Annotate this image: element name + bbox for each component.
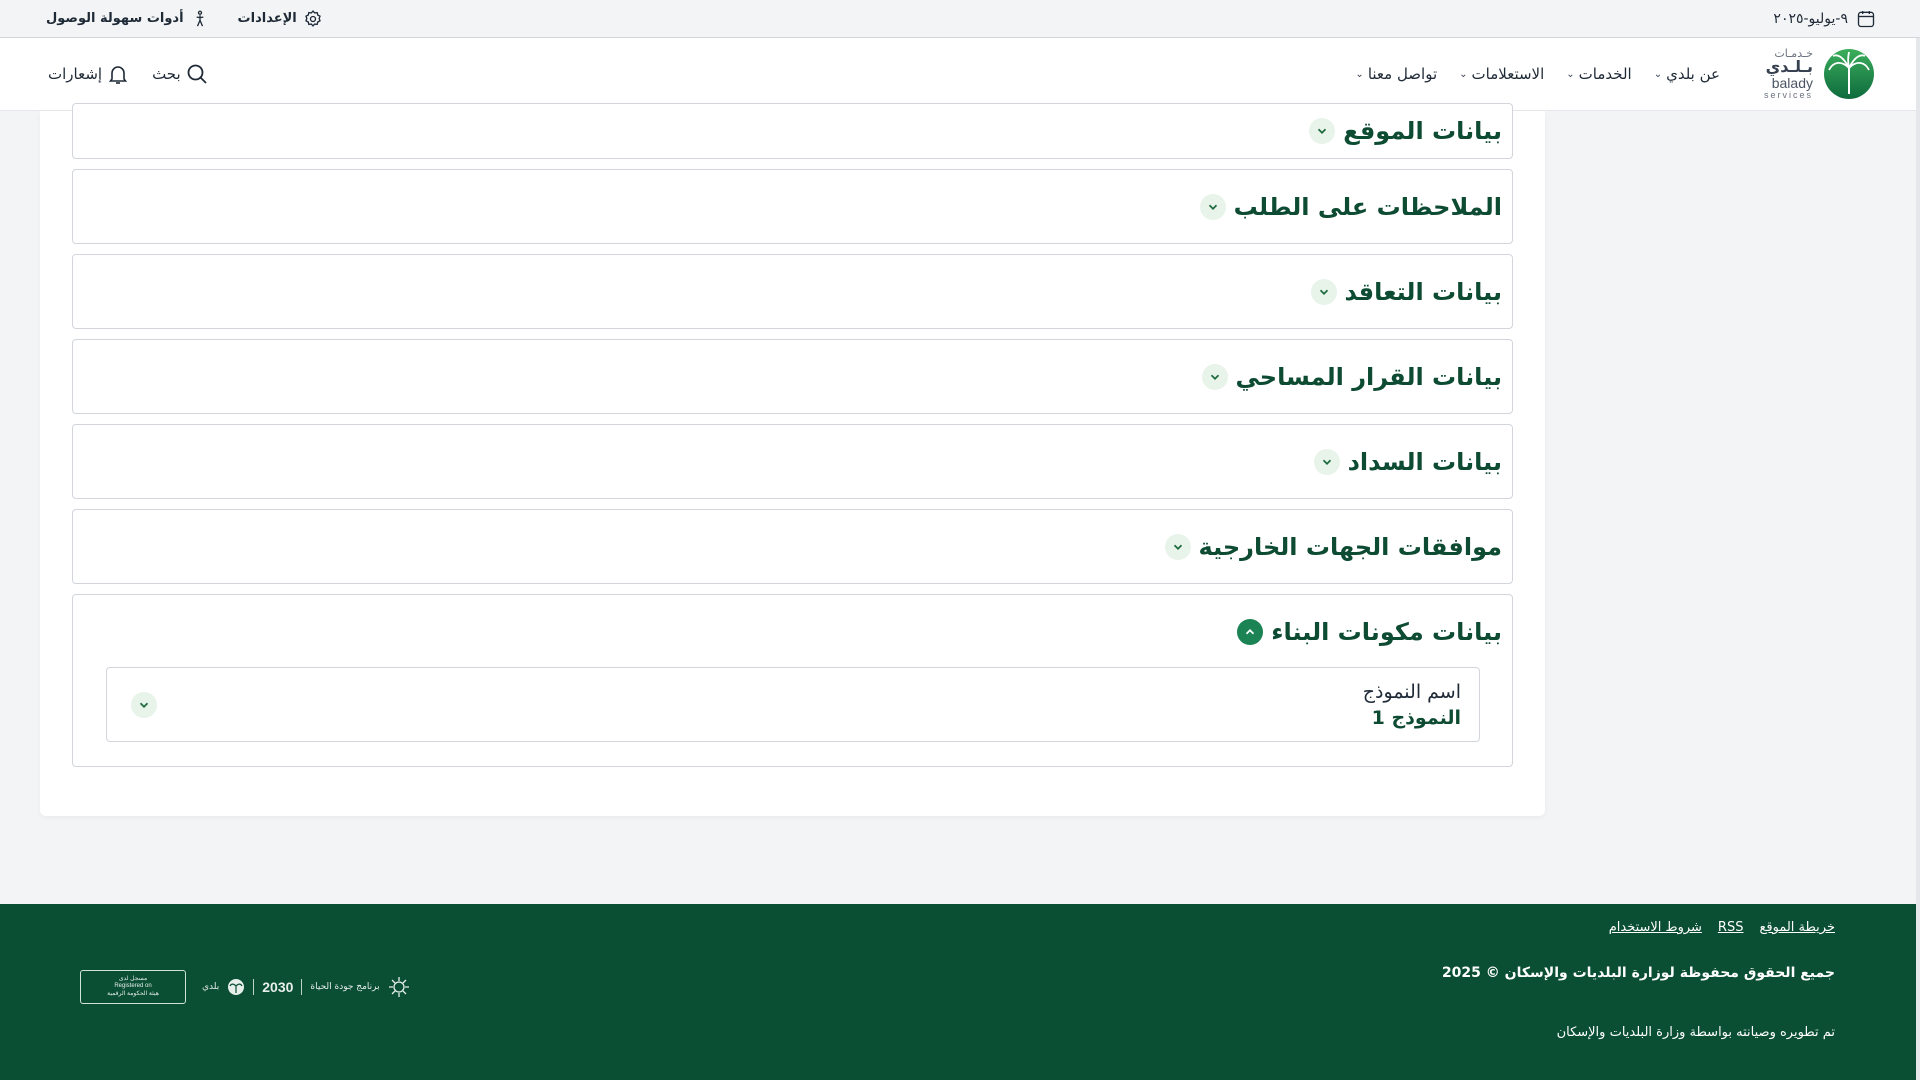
copyright-text: جميع الحقوق محفوظة لوزارة البلديات والإس… <box>1441 965 1835 981</box>
date-text: ٩-يوليو-٢٠٢٥ <box>1773 10 1848 27</box>
chevron-up-icon[interactable] <box>1237 619 1264 645</box>
top-tools: الإعدادات أدوات سهولة الوصول <box>46 9 323 29</box>
accordion-header[interactable]: بيانات السداد <box>73 425 1512 498</box>
bell-icon <box>108 66 128 84</box>
nav-left-group: بحث إشعارات <box>48 62 209 86</box>
logo-text: خـدمـات بـلـدي balady services <box>1764 48 1813 100</box>
settings-button[interactable]: الإعدادات <box>238 9 323 29</box>
accordion-title: بيانات التعاقد <box>1344 277 1503 306</box>
chevron-down-icon[interactable] <box>1199 193 1226 220</box>
accordion-payment-data[interactable]: بيانات السداد <box>72 424 1513 499</box>
footer-link-sitemap[interactable]: خريطة الموقع <box>1759 920 1835 935</box>
developed-by-text: تم تطويره وصيانته بواسطة وزارة البلديات … <box>1556 1025 1835 1040</box>
chevron-down-icon[interactable] <box>1201 363 1228 390</box>
accordion-header[interactable]: بيانات الموقع <box>73 104 1512 158</box>
search-icon <box>187 64 207 84</box>
settings-label: الإعدادات <box>237 11 297 26</box>
model-text: اسم النموذج النموذج 1 <box>1363 681 1461 729</box>
vision-program-text: برنامج جودة الحياة <box>310 982 380 992</box>
model-item[interactable]: اسم النموذج النموذج 1 <box>106 667 1480 742</box>
page-scrollbar[interactable] <box>1916 38 1920 1080</box>
chevron-down-icon[interactable] <box>1313 448 1340 475</box>
balady-footer-text: بلدي <box>202 982 220 992</box>
dga-en-text: Registered on <box>114 983 152 990</box>
dga-top-text: مسجل لدى <box>118 976 148 983</box>
divider <box>253 979 255 995</box>
footer-link-terms[interactable]: شروط الاستخدام <box>1609 920 1702 935</box>
accordion-contract-data[interactable]: بيانات التعاقد <box>72 254 1513 329</box>
accessibility-label: أدوات سهولة الوصول <box>46 11 184 26</box>
dga-registered-badge[interactable]: مسجل لدى Registered on هيئة الحكومة الرق… <box>80 970 186 1004</box>
nav-about-balady[interactable]: عن بلدي ⌄ <box>1654 65 1720 83</box>
nav-inquiries[interactable]: الاستعلامات ⌄ <box>1459 65 1544 83</box>
accordion-title: بيانات السداد <box>1347 447 1502 476</box>
main-navbar: خـدمـات بـلـدي balady services عن بلدي ⌄… <box>0 38 1920 111</box>
accordion-site-data[interactable]: بيانات الموقع <box>72 103 1513 159</box>
chevron-down-icon: ⌄ <box>1459 68 1468 80</box>
model-name-value: النموذج 1 <box>1371 706 1461 729</box>
nav-links: عن بلدي ⌄ الخدمات ⌄ الاستعلامات ⌄ تواصل … <box>1355 65 1720 83</box>
chevron-down-icon[interactable] <box>131 691 157 718</box>
top-utility-bar: ٩-يوليو-٢٠٢٥ الإعدادات أدوات سهولة الوصو… <box>0 0 1920 38</box>
logo-en-sub: services <box>1763 89 1813 100</box>
footer-link-rss[interactable]: RSS <box>1718 920 1744 935</box>
accordion-title: بيانات مكونات البناء <box>1271 618 1502 646</box>
chevron-down-icon: ⌄ <box>1653 68 1663 80</box>
footer-links: خريطة الموقع RSS شروط الاستخدام <box>1609 920 1835 935</box>
partner-logos: برنامج جودة الحياة 2030 بلدي <box>202 976 410 998</box>
accordion-header[interactable]: بيانات مكونات البناء <box>73 595 1512 669</box>
accordion-title: بيانات الموقع <box>1343 117 1502 145</box>
nav-link-label: عن بلدي <box>1666 65 1720 83</box>
accordion-request-notes[interactable]: الملاحظات على الطلب <box>72 169 1513 244</box>
chevron-down-icon[interactable] <box>1164 533 1191 560</box>
logo-en: balady <box>1771 75 1813 92</box>
accordion-survey-decision[interactable]: بيانات القرار المساحي <box>72 339 1513 414</box>
vision-2030-text: 2030 <box>262 979 294 995</box>
accordion-header[interactable]: الملاحظات على الطلب <box>73 170 1512 243</box>
accordion-title: موافقات الجهات الخارجية <box>1198 532 1502 561</box>
notifications-label: إشعارات <box>48 65 103 83</box>
notifications-button[interactable]: إشعارات <box>48 62 130 86</box>
vision-emblem-icon <box>388 977 409 997</box>
nav-services[interactable]: الخدمات ⌄ <box>1566 65 1631 83</box>
accordion-header[interactable]: بيانات التعاقد <box>73 255 1512 328</box>
balady-logo[interactable]: خـدمـات بـلـدي balady services <box>1764 48 1875 100</box>
site-footer: خريطة الموقع RSS شروط الاستخدام جميع الح… <box>0 904 1916 1080</box>
model-name-label: اسم النموذج <box>1362 680 1461 703</box>
accordion-title: الملاحظات على الطلب <box>1233 192 1502 221</box>
logo-ar-big: بـلـدي <box>1765 57 1813 77</box>
nav-link-label: تواصل معنا <box>1367 65 1438 83</box>
search-button[interactable]: بحث <box>152 62 209 86</box>
gear-icon <box>304 9 321 27</box>
request-details-card: بيانات الموقع الملاحظات على الطلب بيانات… <box>40 103 1545 816</box>
nav-contact-us[interactable]: تواصل معنا ⌄ <box>1355 65 1437 83</box>
accordion-title: بيانات القرار المساحي <box>1235 362 1503 391</box>
search-label: بحث <box>152 65 181 83</box>
nav-link-label: الخدمات <box>1578 65 1632 83</box>
chevron-down-icon[interactable] <box>1310 278 1337 305</box>
dga-name-text: هيئة الحكومة الرقمية <box>107 990 159 997</box>
calendar-icon <box>1857 10 1875 27</box>
accessibility-icon <box>195 10 204 26</box>
palm-logo-icon <box>1824 49 1874 99</box>
chevron-down-icon: ⌄ <box>1566 68 1575 80</box>
accordion-header[interactable]: موافقات الجهات الخارجية <box>73 510 1512 583</box>
nav-link-label: الاستعلامات <box>1471 65 1545 83</box>
accessibility-tools-button[interactable]: أدوات سهولة الوصول <box>46 9 210 29</box>
date-display: ٩-يوليو-٢٠٢٥ <box>1773 9 1876 29</box>
balady-small-logo-icon <box>228 979 245 995</box>
nav-right-group: خـدمـات بـلـدي balady services عن بلدي ⌄… <box>1355 48 1875 100</box>
divider <box>301 979 303 995</box>
footer-logos: برنامج جودة الحياة 2030 بلدي مسجل لدى Re… <box>80 970 410 1004</box>
chevron-down-icon: ⌄ <box>1355 68 1364 80</box>
accordion-header[interactable]: بيانات القرار المساحي <box>73 340 1512 413</box>
accordion-external-approvals[interactable]: موافقات الجهات الخارجية <box>72 509 1513 584</box>
accordion-building-components[interactable]: بيانات مكونات البناء اسم النموذج النموذج… <box>72 594 1513 767</box>
chevron-down-icon[interactable] <box>1309 118 1336 144</box>
